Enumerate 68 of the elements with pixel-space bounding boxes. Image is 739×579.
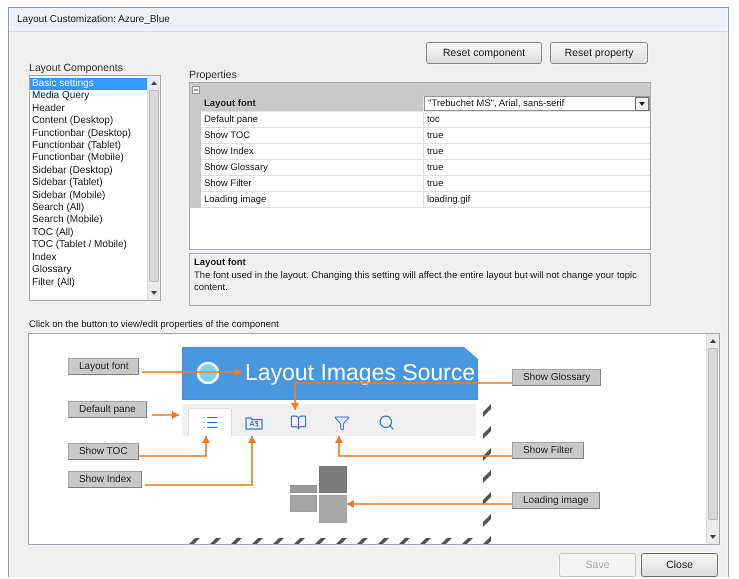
value-text: true xyxy=(427,178,444,190)
callout-button[interactable]: Default pane xyxy=(68,401,147,418)
property-value[interactable]: true xyxy=(424,144,650,160)
callout-button[interactable]: Show TOC xyxy=(68,443,139,460)
description-title: Layout font xyxy=(194,257,247,268)
scroll-up-icon[interactable] xyxy=(710,338,716,344)
property-name[interactable]: Layout font xyxy=(201,96,424,112)
list-item[interactable]: TOC (Tablet / Mobile) xyxy=(30,239,147,252)
caret-icon xyxy=(639,102,645,106)
list-item[interactable]: Functionbar (Desktop) xyxy=(30,128,147,140)
description-text: The font used in the layout. Changing this setting will affect the entire layout but will not change your topic content. xyxy=(194,270,638,294)
properties-label: Properties xyxy=(189,69,238,82)
list-item[interactable]: Content (Desktop) xyxy=(30,115,147,128)
index-icon xyxy=(245,416,263,430)
callout-button[interactable]: Show Filter xyxy=(512,442,584,460)
book-icon xyxy=(290,414,306,432)
list-item[interactable]: TOC (All) xyxy=(30,226,147,240)
search-icon xyxy=(378,414,394,432)
list-item[interactable]: Search (All) xyxy=(30,202,147,214)
preview-tab[interactable] xyxy=(188,408,232,436)
list-item[interactable]: Filter (All) xyxy=(30,276,147,289)
callout-button[interactable]: Show Glossary xyxy=(512,369,602,386)
callout-button[interactable]: Show Index xyxy=(68,471,142,488)
banner-title: Layout Images Source xyxy=(245,359,476,386)
value-text: loading.gif xyxy=(427,194,470,206)
callout-button[interactable]: Layout font xyxy=(68,358,140,376)
value-text: true xyxy=(427,146,444,158)
arrow xyxy=(152,411,179,420)
close-button[interactable]: Close xyxy=(641,553,718,577)
property-value[interactable]: true xyxy=(424,176,650,192)
property-value[interactable]: "Trebuchet MS", Arial, sans-serif xyxy=(424,96,650,112)
scroll-down-icon[interactable] xyxy=(710,534,716,540)
property-name[interactable]: Show Filter xyxy=(201,176,424,192)
list-item[interactable]: Search (Mobile) xyxy=(30,214,147,227)
property-value[interactable]: true xyxy=(424,160,650,176)
list-item[interactable]: Functionbar (Tablet) xyxy=(30,140,147,152)
value-text: true xyxy=(427,162,444,174)
scroll-up-icon[interactable] xyxy=(151,80,157,86)
value-text: true xyxy=(427,130,444,142)
preview-caption: Click on the button to view/edit properties of the component xyxy=(29,319,280,330)
reset-button[interactable]: Reset property xyxy=(550,42,648,64)
property-value[interactable]: loading.gif xyxy=(424,192,650,208)
property-value[interactable]: true xyxy=(424,128,650,144)
value-text: "Trebuchet MS", Arial, sans-serif xyxy=(428,98,564,110)
list-item[interactable]: Header xyxy=(30,102,147,116)
list-item[interactable]: Index xyxy=(30,252,147,264)
list-item[interactable]: Sidebar (Mobile) xyxy=(30,190,147,202)
components-label: Layout Components xyxy=(29,62,124,74)
filter-icon xyxy=(334,414,350,431)
collapse-icon[interactable] xyxy=(192,86,200,94)
scroll-down-icon[interactable] xyxy=(151,290,157,296)
list-item[interactable]: Sidebar (Tablet) xyxy=(30,177,147,190)
property-name[interactable]: Show Glossary xyxy=(201,160,424,176)
property-name[interactable]: Show TOC xyxy=(201,128,424,144)
scrollbar[interactable] xyxy=(147,76,160,300)
list-item[interactable]: Functionbar (Mobile) xyxy=(30,152,147,165)
scrollbar[interactable] xyxy=(706,334,719,544)
list-item[interactable]: Media Query xyxy=(30,90,147,103)
list-item[interactable]: Sidebar (Desktop) xyxy=(30,164,147,178)
value-text: toc xyxy=(427,114,440,126)
list-item[interactable]: Glossary xyxy=(30,264,147,277)
window-title: Layout Customization: Azure_Blue xyxy=(17,14,170,25)
property-name[interactable]: Show Index xyxy=(201,144,424,160)
reset-button[interactable]: Reset component xyxy=(426,42,542,64)
loading-image-icon xyxy=(290,466,347,524)
callout-button[interactable]: Loading image xyxy=(512,492,600,510)
dropdown-button[interactable] xyxy=(635,96,649,111)
property-value[interactable]: toc xyxy=(424,112,650,128)
